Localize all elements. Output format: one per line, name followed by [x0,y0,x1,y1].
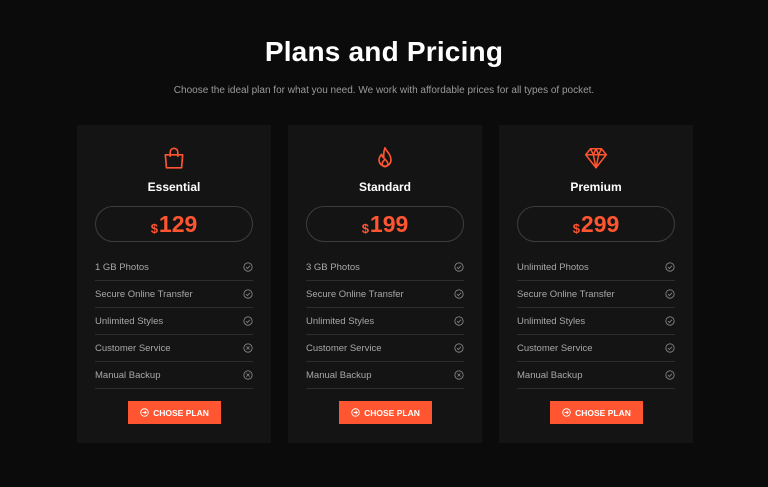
feature-item: 1 GB Photos [95,254,253,281]
check-circle-icon [454,316,464,326]
plan-card-premium: Premium $ 299 Unlimited Photos Secure On… [499,125,693,443]
currency-symbol: $ [150,220,158,236]
currency-symbol: $ [361,220,369,236]
feature-label: Secure Online Transfer [517,288,615,300]
feature-label: Manual Backup [95,369,161,381]
currency-symbol: $ [572,220,580,236]
x-circle-icon [243,370,253,380]
check-circle-icon [454,262,464,272]
button-label: CHOSE PLAN [575,407,631,418]
price-display: $ 199 [306,206,464,242]
feature-label: Customer Service [517,342,593,354]
button-label: CHOSE PLAN [153,407,209,418]
feature-item: Unlimited Styles [517,308,675,335]
plan-card-standard: Standard $ 199 3 GB Photos Secure Online… [288,125,482,443]
page-title: Plans and Pricing [264,36,504,67]
feature-label: Secure Online Transfer [306,288,404,300]
check-circle-icon [454,343,464,353]
plan-name: Premium [570,180,622,194]
diamond-icon [499,145,693,171]
button-label: CHOSE PLAN [364,407,420,418]
flame-icon [288,145,482,171]
chose-plan-button-standard[interactable]: CHOSE PLAN [339,401,432,424]
feature-item: Unlimited Styles [95,308,253,335]
feature-item: Customer Service [517,335,675,362]
feature-list: Unlimited Photos Secure Online Transfer … [517,254,675,389]
check-circle-icon [243,289,253,299]
check-circle-icon [665,316,675,326]
feature-label: 1 GB Photos [95,261,149,273]
price-display: $ 299 [517,206,675,242]
feature-label: Manual Backup [517,369,583,381]
chose-plan-button-essential[interactable]: CHOSE PLAN [128,401,221,424]
feature-item: Secure Online Transfer [306,281,464,308]
feature-item: Manual Backup [517,362,675,389]
feature-item: 3 GB Photos [306,254,464,281]
chose-plan-button-premium[interactable]: CHOSE PLAN [550,401,643,424]
check-circle-icon [243,262,253,272]
feature-item: Secure Online Transfer [517,281,675,308]
x-circle-icon [454,370,464,380]
price-amount: 199 [369,210,409,237]
feature-label: Unlimited Styles [306,315,375,327]
plan-card-essential: Essential $ 129 1 GB Photos Secure Onlin… [77,125,271,443]
feature-item: Customer Service [95,335,253,362]
price-display: $ 129 [95,206,253,242]
arrow-circle-right-icon [140,408,149,417]
feature-item: Customer Service [306,335,464,362]
feature-label: Unlimited Photos [517,261,589,273]
price-amount: 129 [158,210,198,237]
feature-list: 1 GB Photos Secure Online Transfer Unlim… [95,254,253,389]
feature-item: Unlimited Styles [306,308,464,335]
check-circle-icon [665,343,675,353]
check-circle-icon [665,262,675,272]
pricing-page: Plans and Pricing Choose the ideal plan … [0,0,768,487]
feature-list: 3 GB Photos Secure Online Transfer Unlim… [306,254,464,389]
arrow-circle-right-icon [351,408,360,417]
feature-item: Manual Backup [306,362,464,389]
feature-label: Manual Backup [306,369,372,381]
feature-label: Unlimited Styles [95,315,164,327]
feature-item: Unlimited Photos [517,254,675,281]
check-circle-icon [243,316,253,326]
feature-label: Customer Service [95,342,171,354]
page-subtitle: Choose the ideal plan for what you need.… [173,85,595,96]
feature-label: Secure Online Transfer [95,288,193,300]
feature-label: Customer Service [306,342,382,354]
plan-cards: Essential $ 129 1 GB Photos Secure Onlin… [77,125,693,443]
plan-name: Standard [358,180,411,194]
feature-label: Unlimited Styles [517,315,586,327]
arrow-circle-right-icon [562,408,571,417]
x-circle-icon [243,343,253,353]
price-amount: 299 [580,210,620,237]
plan-name: Essential [147,180,201,194]
feature-label: 3 GB Photos [306,261,360,273]
shopping-bag-icon [77,145,271,171]
feature-item: Manual Backup [95,362,253,389]
check-circle-icon [454,289,464,299]
check-circle-icon [665,289,675,299]
feature-item: Secure Online Transfer [95,281,253,308]
check-circle-icon [665,370,675,380]
